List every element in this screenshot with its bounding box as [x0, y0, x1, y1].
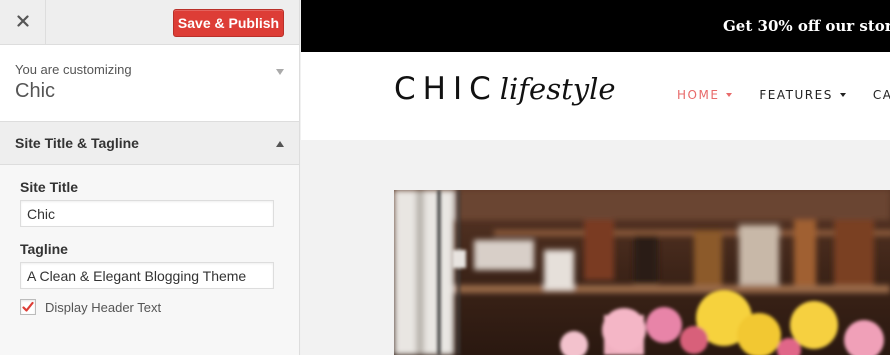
nav-label: FEATURES	[759, 88, 833, 102]
save-publish-button[interactable]: Save & Publish	[173, 9, 284, 37]
logo-main-text: CHIC	[394, 71, 498, 107]
featured-image[interactable]	[394, 190, 890, 355]
flowers-shelf-photo	[394, 190, 890, 355]
section-site-title-tagline[interactable]: Site Title & Tagline	[0, 122, 299, 165]
site-title-label: Site Title	[20, 179, 79, 195]
site-logo[interactable]: CHIClifestyle	[394, 71, 616, 107]
theme-info-panel[interactable]: You are customizing Chic	[0, 45, 299, 122]
site-header: CHIClifestyle HOME FEATURES CA	[301, 52, 890, 140]
display-header-text-checkbox[interactable]	[20, 299, 36, 315]
site-preview: Get 30% off our store w CHIClifestyle HO…	[301, 0, 890, 355]
customizer-sidebar: Save & Publish You are customizing Chic …	[0, 0, 300, 355]
section-title: Site Title & Tagline	[15, 135, 139, 151]
chevron-down-icon[interactable]	[276, 69, 284, 75]
nav-item-features[interactable]: FEATURES	[759, 88, 846, 102]
nav-label: CA	[872, 88, 890, 102]
main-nav: HOME FEATURES CA	[677, 88, 890, 102]
caret-down-icon	[839, 93, 846, 97]
promo-bar: Get 30% off our store w	[301, 0, 890, 52]
nav-item-home[interactable]: HOME	[677, 88, 733, 102]
close-button[interactable]	[0, 0, 46, 45]
logo-script-text: lifestyle	[499, 72, 616, 106]
site-title-input[interactable]	[20, 200, 274, 227]
nav-item-partial[interactable]: CA	[873, 88, 890, 102]
tagline-label: Tagline	[20, 241, 68, 257]
theme-name: Chic	[15, 80, 56, 102]
nav-label: HOME	[677, 88, 720, 102]
checkmark-icon	[22, 301, 34, 312]
display-header-text-label: Display Header Text	[45, 299, 162, 315]
customizing-label: You are customizing	[15, 62, 132, 77]
chevron-up-icon[interactable]	[276, 141, 284, 147]
customizer-header: Save & Publish	[0, 0, 299, 45]
display-header-text-row: Display Header Text	[20, 299, 299, 315]
caret-down-icon	[726, 93, 733, 97]
close-icon	[16, 14, 29, 32]
promo-text[interactable]: Get 30% off our store w	[723, 17, 890, 35]
section-controls: Site Title Tagline Display Header Text	[0, 165, 299, 355]
tagline-input[interactable]	[20, 262, 274, 289]
